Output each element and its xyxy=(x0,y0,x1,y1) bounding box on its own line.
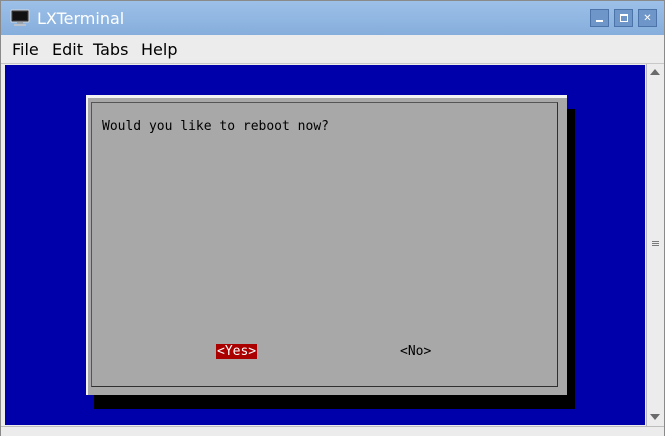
close-icon: ✕ xyxy=(643,13,652,24)
minimize-button[interactable] xyxy=(590,9,609,27)
lxterminal-window: LXTerminal ✕ File Edit Tabs Help Would y… xyxy=(0,0,665,436)
dialog-frame xyxy=(91,102,558,387)
maximize-button[interactable] xyxy=(614,9,633,27)
reboot-dialog: Would you like to reboot now? <Yes> <No> xyxy=(86,95,567,395)
close-button[interactable]: ✕ xyxy=(638,9,657,27)
window-title: LXTerminal xyxy=(37,9,125,28)
scroll-down-icon[interactable] xyxy=(650,414,660,420)
scroll-grip-icon xyxy=(652,241,659,242)
scroll-up-icon[interactable] xyxy=(650,69,660,75)
yes-button[interactable]: <Yes> xyxy=(216,344,258,359)
menu-bar: File Edit Tabs Help xyxy=(1,35,664,64)
maximize-icon xyxy=(619,14,628,22)
title-bar[interactable]: LXTerminal ✕ xyxy=(1,1,664,35)
horizontal-scroll-strip xyxy=(1,426,664,436)
scroll-grip-line xyxy=(652,245,659,246)
scroll-grip-line xyxy=(652,243,659,244)
no-button[interactable]: <No> xyxy=(400,344,431,359)
terminal-area[interactable]: Would you like to reboot now? <Yes> <No> xyxy=(5,65,645,425)
minimize-icon xyxy=(596,19,603,22)
dialog-message: Would you like to reboot now? xyxy=(102,119,329,134)
terminal-icon xyxy=(10,9,30,26)
menu-file[interactable]: File xyxy=(12,40,39,59)
menu-edit[interactable]: Edit xyxy=(52,40,83,59)
vertical-scrollbar[interactable] xyxy=(646,64,664,426)
menu-tabs[interactable]: Tabs xyxy=(93,40,128,59)
menu-help[interactable]: Help xyxy=(141,40,177,59)
